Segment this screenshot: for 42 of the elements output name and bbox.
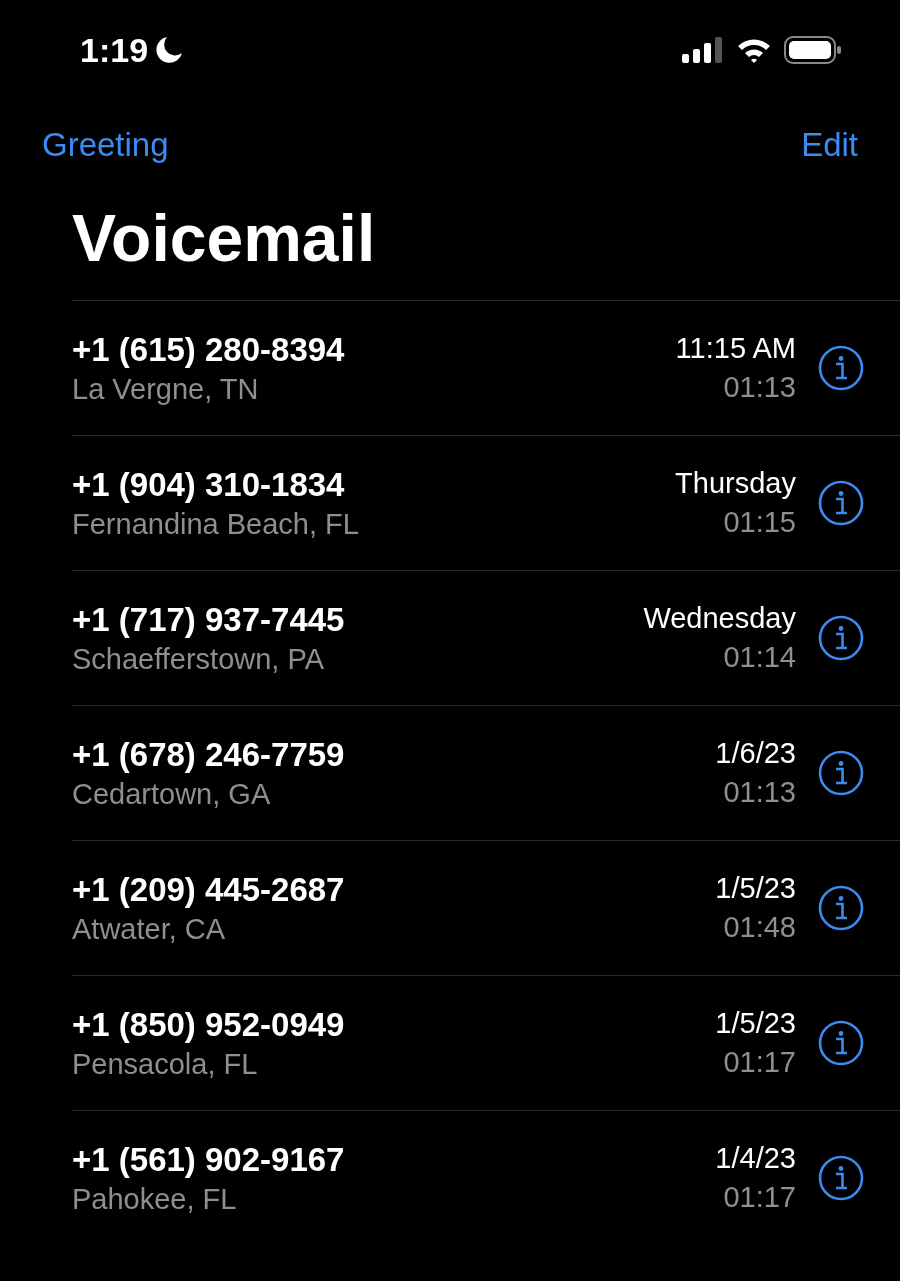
voicemail-date: Wednesday: [643, 602, 796, 635]
voicemail-date: 11:15 AM: [675, 332, 796, 365]
caller-location: Atwater, CA: [72, 912, 227, 946]
voicemail-duration: 01:14: [723, 641, 796, 674]
battery-icon: [784, 36, 842, 64]
phone-number: +1 (904) 310-1834: [72, 465, 346, 504]
info-icon[interactable]: [818, 345, 864, 391]
info-icon[interactable]: [818, 1155, 864, 1201]
voicemail-duration: 01:17: [723, 1181, 796, 1214]
phone-number: +1 (717) 937-7445: [72, 600, 346, 639]
info-icon[interactable]: [818, 480, 864, 526]
edit-button[interactable]: Edit: [801, 126, 858, 164]
voicemail-duration: 01:15: [723, 506, 796, 539]
voicemail-duration: 01:48: [723, 911, 796, 944]
caller-location: Pahokee, FL: [72, 1182, 238, 1216]
voicemail-date: 1/5/23: [715, 1007, 796, 1040]
phone-number: +1 (615) 280-8394: [72, 330, 346, 369]
greeting-button[interactable]: Greeting: [42, 126, 169, 164]
page-title: Voicemail: [71, 200, 377, 277]
info-icon[interactable]: [818, 750, 864, 796]
voicemail-date: 1/6/23: [715, 737, 796, 770]
phone-number: +1 (561) 902-9167: [72, 1140, 346, 1179]
phone-number: +1 (850) 952-0949: [72, 1005, 346, 1044]
voicemail-date: 1/5/23: [715, 872, 796, 905]
info-icon[interactable]: [818, 1020, 864, 1066]
caller-location: Schaefferstown, PA: [72, 642, 325, 676]
phone-number: +1 (678) 246-7759: [72, 735, 346, 774]
voicemail-duration: 01:17: [723, 1046, 796, 1079]
voicemail-date: 1/4/23: [715, 1142, 796, 1175]
voicemail-duration: 01:13: [723, 776, 796, 809]
caller-location: Pensacola, FL: [72, 1047, 259, 1081]
voicemail-duration: 01:13: [723, 371, 796, 404]
wifi-icon: [736, 37, 772, 63]
caller-location: Cedartown, GA: [72, 777, 272, 811]
signal-icon: [682, 37, 724, 63]
voicemail-date: Thursday: [675, 467, 796, 500]
caller-location: La Vergne, TN: [72, 372, 260, 406]
info-icon[interactable]: [818, 885, 864, 931]
phone-number: +1 (209) 445-2687: [72, 870, 346, 909]
status-time: 1:19: [80, 30, 149, 70]
info-icon[interactable]: [818, 615, 864, 661]
caller-location: Fernandina Beach, FL: [72, 507, 360, 541]
